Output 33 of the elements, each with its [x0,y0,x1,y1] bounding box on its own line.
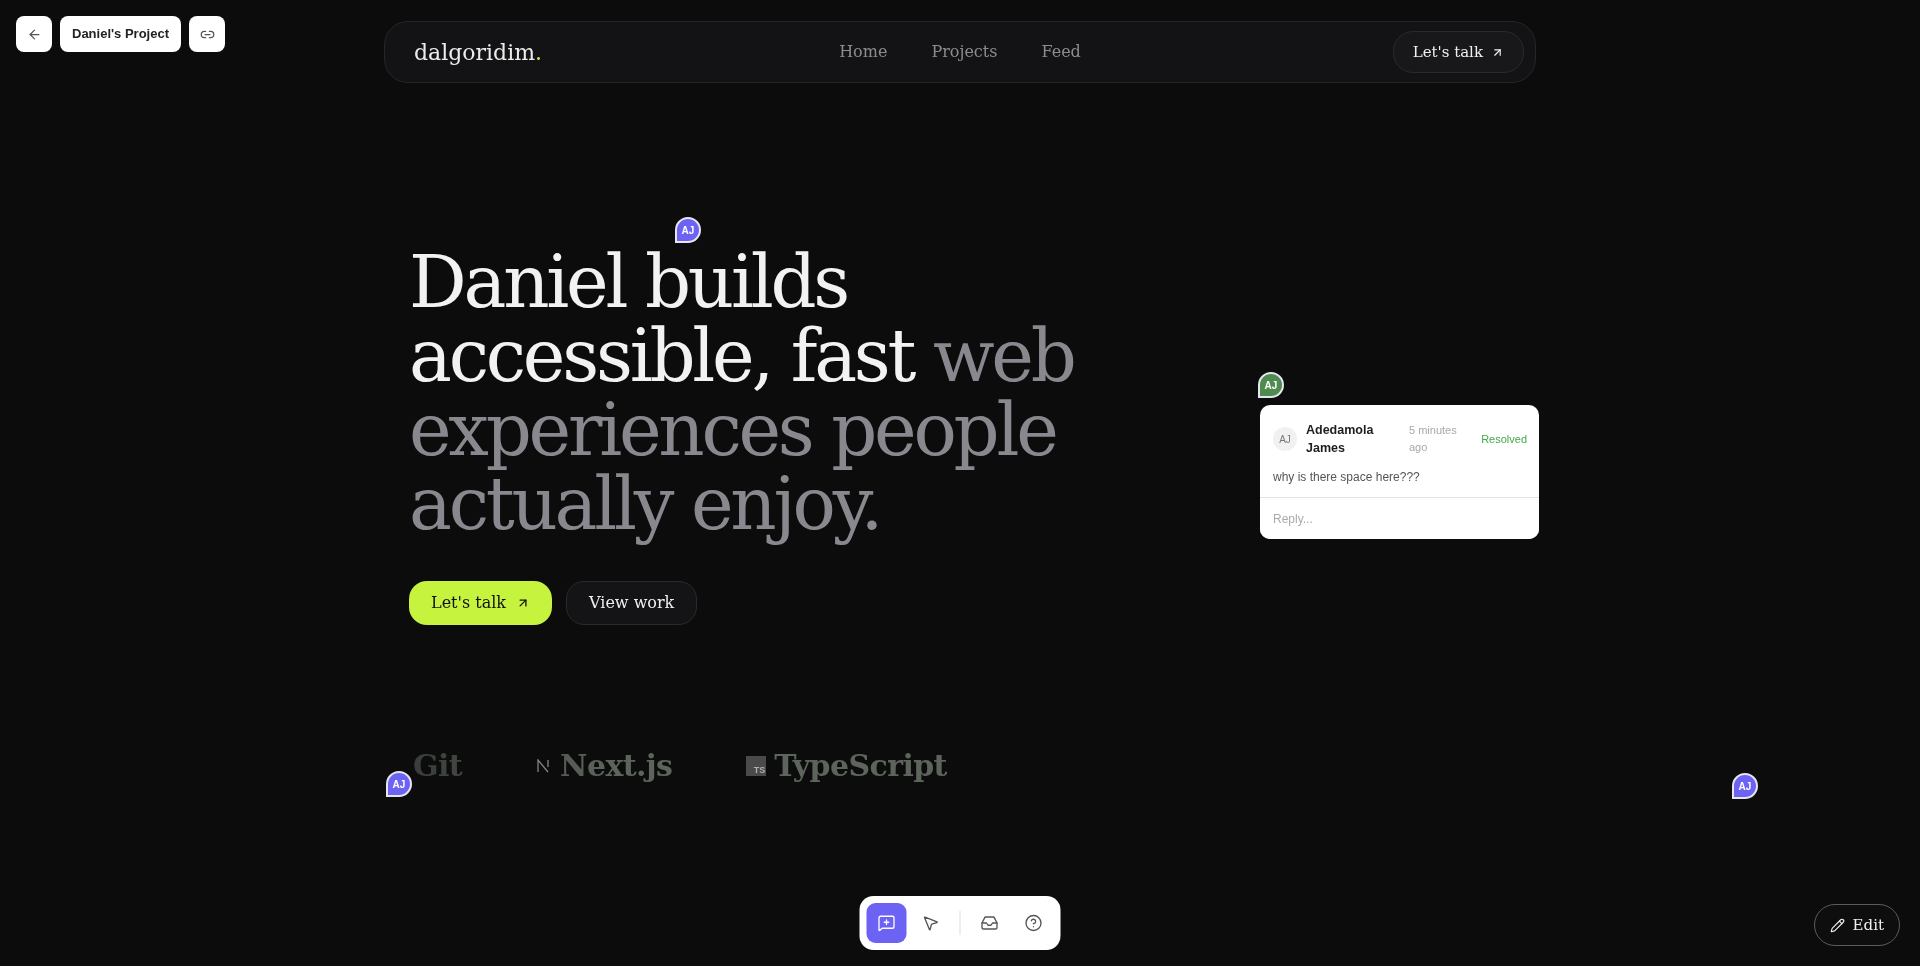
project-name-button[interactable]: Daniel's Project [60,16,182,52]
inbox-icon [980,914,999,932]
edit-button[interactable]: Edit [1813,904,1900,946]
comment-pin[interactable]: AJ [386,771,412,797]
tech-name: TypeScript [774,747,947,785]
tech-name: Git [413,747,463,785]
add-comment-icon [877,914,896,932]
comment-pin[interactable]: AJ [1732,773,1758,799]
comment-text: why is there space here??? [1272,469,1421,486]
comment-time: 5 minutes ago [1409,423,1458,455]
help-icon [1024,914,1043,932]
avatar: AJ [1273,427,1297,451]
logo-icon [536,758,551,773]
view-work-button[interactable]: View work [566,581,698,625]
lets-talk-button[interactable]: Let's talk [409,581,552,625]
comment-pin[interactable]: AJ [1258,372,1284,398]
reply-input[interactable]: Reply... [1273,509,1526,528]
site-logo[interactable]: dalgoridim. [414,35,543,69]
pencil-icon [1829,917,1845,933]
add-comment-tool[interactable] [866,903,907,943]
nav-link[interactable]: Projects [931,40,998,64]
lets-talk-button[interactable]: Let's talk [1392,31,1524,73]
comment-author: Adedamola James [1306,422,1375,457]
comment-status: Resolved [1481,431,1527,447]
tech-name: Next.js [560,747,673,785]
comment-pin[interactable]: AJ [675,217,701,243]
nav-link[interactable]: Home [839,40,888,64]
logo-badge: TS [746,755,767,776]
reply-field[interactable]: Reply... [1260,497,1539,539]
copy-link-button[interactable] [189,16,226,52]
nav-link[interactable]: Feed [1041,40,1081,64]
back-button[interactable] [16,16,52,52]
pointer-icon [921,914,940,932]
